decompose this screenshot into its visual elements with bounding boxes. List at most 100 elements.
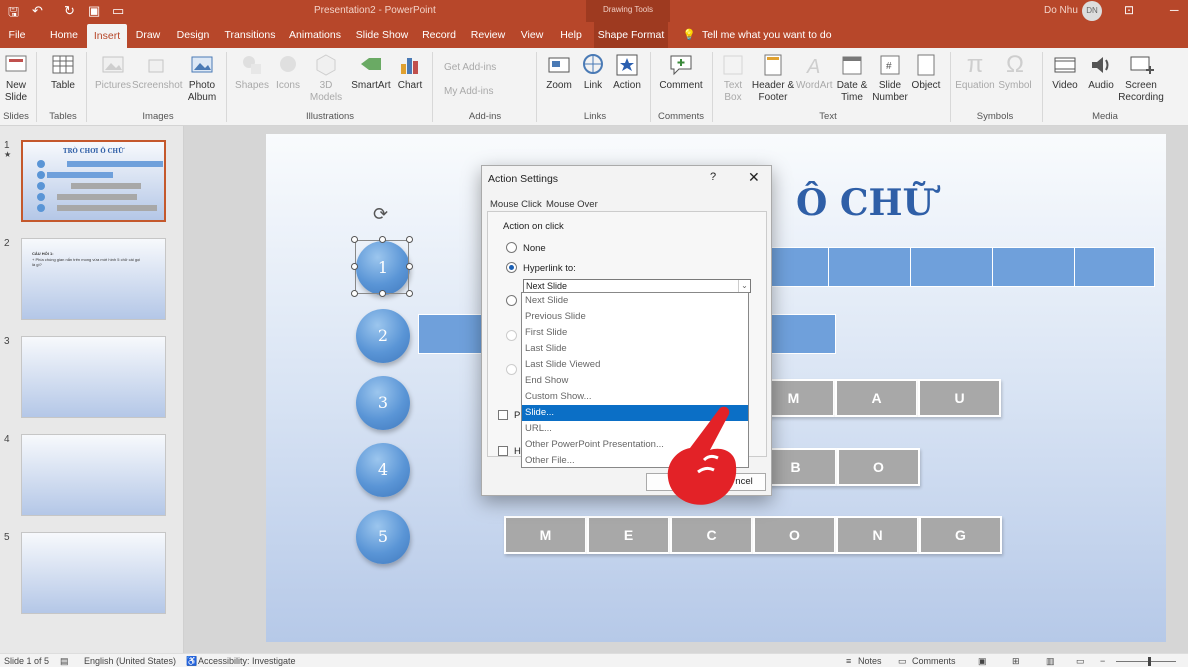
tab-view[interactable]: View (518, 22, 546, 48)
slideshow-view-icon[interactable]: ▭ (1076, 656, 1085, 667)
tab-mouse-click[interactable]: Mouse Click (490, 199, 542, 211)
circle-button-4[interactable]: 4 (356, 443, 410, 497)
date-time-button[interactable]: Date & Time (834, 52, 870, 104)
avatar[interactable]: DN (1082, 1, 1102, 21)
accessibility-icon[interactable]: ♿ (186, 656, 197, 667)
slide-number-button[interactable]: # Slide Number (872, 52, 908, 104)
comments-icon[interactable]: ▭ (898, 656, 907, 667)
notes-button[interactable]: Notes (858, 656, 882, 666)
object-button[interactable]: Object (908, 52, 944, 92)
comment-button[interactable]: Comment (656, 52, 706, 92)
get-addins-button[interactable]: Get Add-ins (444, 62, 496, 73)
video-button[interactable]: Video (1048, 52, 1082, 92)
audio-button[interactable]: Audio (1084, 52, 1118, 92)
resize-handle[interactable] (406, 263, 413, 270)
run-program-radio[interactable] (506, 295, 517, 306)
circle-button-2[interactable]: 2 (356, 309, 410, 363)
hyperlink-combo[interactable]: Next Slide ⌄ (523, 279, 751, 293)
notes-icon[interactable]: ≡ (846, 656, 851, 666)
tab-record[interactable]: Record (420, 22, 458, 48)
my-addins-button[interactable]: My Add-ins (444, 86, 493, 97)
text-box-button[interactable]: Text Box (718, 52, 748, 104)
run-macro-radio[interactable] (506, 330, 517, 341)
table-button[interactable]: Table (46, 52, 80, 92)
hyperlink-radio[interactable] (506, 262, 517, 273)
language-indicator[interactable]: English (United States) (84, 656, 176, 666)
wordart-button[interactable]: A WordArt (796, 52, 833, 92)
resize-handle[interactable] (379, 290, 386, 297)
new-slide-button[interactable]: New Slide (2, 52, 30, 104)
resize-handle[interactable] (351, 290, 358, 297)
smartart-button[interactable]: SmartArt (350, 52, 392, 92)
slideshow-icon[interactable]: ▭ (112, 3, 124, 19)
help-button[interactable]: ? (710, 171, 716, 183)
normal-view-icon[interactable]: ▣ (978, 656, 987, 667)
close-button[interactable]: ✕ (748, 169, 760, 186)
resize-handle[interactable] (379, 236, 386, 243)
tab-help[interactable]: Help (556, 22, 586, 48)
slide-thumbnail-2[interactable]: CÂU HỎI 1: + Phía chúng gian nắn trên mo… (21, 238, 166, 320)
tab-home[interactable]: Home (44, 22, 84, 48)
link-button[interactable]: Link (578, 52, 608, 92)
resize-handle[interactable] (351, 263, 358, 270)
answer-row-5[interactable]: M E C O N G (504, 516, 1002, 554)
action-button[interactable]: Action (610, 52, 644, 92)
none-radio[interactable] (506, 242, 517, 253)
screenshot-button[interactable]: Screenshot (132, 52, 183, 92)
option-first-slide[interactable]: First Slide (522, 325, 748, 341)
comments-button[interactable]: Comments (912, 656, 956, 666)
option-last-slide-viewed[interactable]: Last Slide Viewed (522, 357, 748, 373)
3d-models-button[interactable]: 3D Models (304, 52, 348, 104)
accessibility-status[interactable]: Accessibility: Investigate (198, 656, 296, 666)
spellcheck-icon[interactable]: ▤ (60, 656, 69, 667)
minimize-icon[interactable]: ─ (1170, 3, 1179, 17)
tab-file[interactable]: File (4, 22, 30, 48)
chevron-down-icon[interactable]: ⌄ (738, 280, 750, 292)
tab-shape-format[interactable]: Shape Format (594, 22, 668, 48)
tab-transitions[interactable]: Transitions (222, 22, 278, 48)
slide-thumbnail-3[interactable] (21, 336, 166, 418)
photo-album-button[interactable]: Photo Album (184, 52, 220, 104)
pictures-button[interactable]: Pictures (92, 52, 134, 92)
chart-button[interactable]: Chart (394, 52, 426, 92)
symbol-button[interactable]: Ω Symbol (996, 52, 1034, 92)
tab-design[interactable]: Design (172, 22, 214, 48)
slide-thumbnail-1[interactable]: TRÒ CHƠI Ô CHỮ (21, 140, 166, 222)
undo-icon[interactable]: ↶ (32, 3, 43, 19)
resize-handle[interactable] (351, 236, 358, 243)
icons-button[interactable]: Icons (272, 52, 304, 92)
circle-button-3[interactable]: 3 (356, 376, 410, 430)
zoom-slider[interactable] (1116, 661, 1176, 662)
redo-icon[interactable]: ↻ (64, 3, 75, 19)
option-previous-slide[interactable]: Previous Slide (522, 309, 748, 325)
answer-row-4[interactable]: B O (754, 448, 920, 486)
slide-sorter-icon[interactable]: ⊞ (1012, 656, 1020, 667)
tell-me-box[interactable]: Tell me what you want to do (702, 22, 832, 48)
tab-animations[interactable]: Animations (286, 22, 344, 48)
tab-slide-show[interactable]: Slide Show (354, 22, 410, 48)
header-footer-button[interactable]: Header & Footer (750, 52, 796, 104)
resize-handle[interactable] (406, 290, 413, 297)
circle-button-5[interactable]: 5 (356, 510, 410, 564)
object-action-radio[interactable] (506, 364, 517, 375)
slide-title[interactable]: Ô CHỮ (796, 182, 934, 224)
highlight-click-checkbox[interactable] (498, 446, 508, 456)
option-last-slide[interactable]: Last Slide (522, 341, 748, 357)
ribbon-display-icon[interactable]: ⊡ (1124, 3, 1134, 17)
tab-mouse-over[interactable]: Mouse Over (546, 199, 598, 210)
option-next-slide[interactable]: Next Slide (522, 293, 748, 309)
zoom-slider-thumb[interactable] (1148, 657, 1151, 666)
present-icon[interactable]: ▣ (88, 3, 100, 19)
answer-row-3[interactable]: M A U (752, 379, 1001, 417)
zoom-button[interactable]: Zoom (542, 52, 576, 92)
play-sound-checkbox[interactable] (498, 410, 508, 420)
tab-review[interactable]: Review (468, 22, 508, 48)
slide-thumbnail-4[interactable] (21, 434, 166, 516)
screen-recording-button[interactable]: Screen Recording (1116, 52, 1166, 104)
slide-thumbnail-5[interactable] (21, 532, 166, 614)
tab-insert[interactable]: Insert (87, 24, 127, 48)
rotate-handle-icon[interactable]: ⟳ (373, 204, 388, 225)
shapes-button[interactable]: Shapes (234, 52, 270, 92)
option-end-show[interactable]: End Show (522, 373, 748, 389)
reading-view-icon[interactable]: ▥ (1046, 656, 1055, 667)
